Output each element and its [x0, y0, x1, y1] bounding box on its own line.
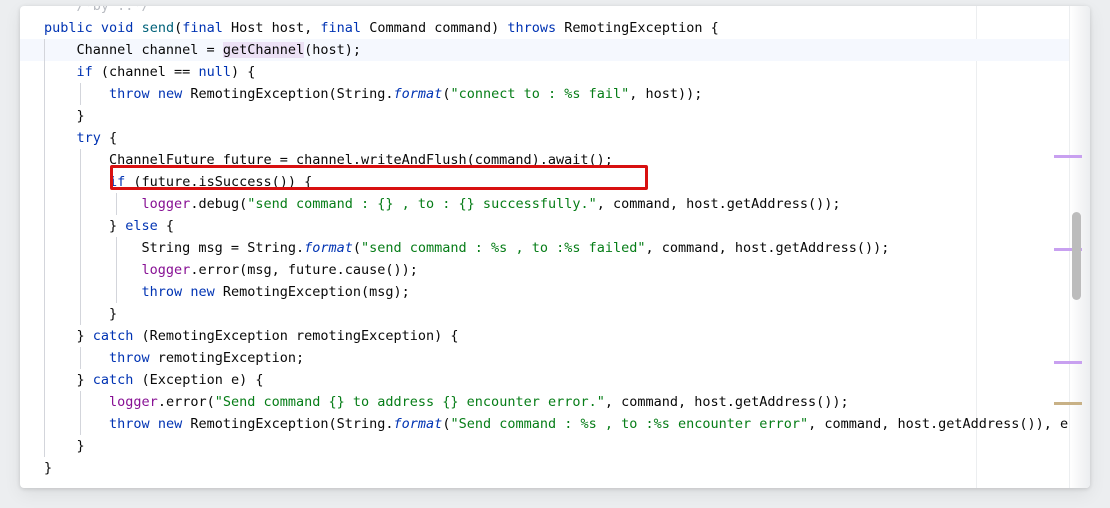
screenshot-root: /*by ..*/ public void send(final Host hos…	[0, 0, 1110, 508]
code-line-text: } catch (RemotingException remotingExcep…	[44, 328, 459, 344]
code-line-text: } catch (Exception e) {	[44, 372, 264, 388]
code-line-text: ChannelFuture future = channel.writeAndF…	[44, 152, 613, 168]
indent-guide	[44, 413, 45, 435]
gutter-change-marker[interactable]	[1054, 402, 1082, 405]
indent-guide	[44, 149, 45, 171]
code-line[interactable]: }	[20, 105, 1090, 127]
indent-guide	[116, 237, 117, 259]
code-line[interactable]: }	[20, 435, 1090, 457]
code-line[interactable]: throw remotingException;	[20, 347, 1090, 369]
indent-guide	[80, 149, 81, 171]
indent-guide	[80, 193, 81, 215]
code-line-text: Channel channel = getChannel(host);	[44, 42, 361, 58]
code-viewport[interactable]: /*by ..*/ public void send(final Host hos…	[20, 6, 1090, 488]
code-line[interactable]: String msg = String.format("send command…	[20, 237, 1090, 259]
code-line[interactable]: public void send(final Host host, final …	[20, 17, 1090, 39]
indent-guide	[44, 193, 45, 215]
code-line-text: public void send(final Host host, final …	[44, 20, 719, 36]
code-line[interactable]: } catch (Exception e) {	[20, 369, 1090, 391]
code-line-text: throw new RemotingException(String.forma…	[109, 416, 1085, 432]
indent-guide	[116, 281, 117, 303]
code-line-text: try {	[76, 130, 118, 146]
indent-guide	[44, 215, 45, 237]
gutter-change-marker[interactable]	[1054, 361, 1082, 364]
code-line-text: String msg = String.format("send command…	[44, 240, 890, 256]
code-line[interactable]: /*by ..*/	[20, 6, 1090, 17]
code-line[interactable]: throw new RemotingException(String.forma…	[20, 83, 1090, 105]
code-line[interactable]: if (channel == null) {	[20, 61, 1090, 83]
indent-guide	[80, 391, 81, 413]
indent-guide	[44, 61, 45, 83]
indent-guide	[44, 39, 45, 61]
code-editor-card: /*by ..*/ public void send(final Host hos…	[20, 6, 1090, 488]
code-line[interactable]: throw new RemotingException(String.forma…	[20, 413, 1090, 435]
code-line[interactable]: logger.error(msg, future.cause());	[20, 259, 1090, 281]
indent-guide	[44, 325, 45, 347]
code-line-text: }	[44, 460, 53, 476]
code-line-text: }	[44, 438, 85, 454]
code-line[interactable]: try {	[20, 127, 1090, 149]
code-line-text: throw new RemotingException(String.forma…	[109, 86, 703, 102]
code-line[interactable]: }	[20, 303, 1090, 325]
indent-guide	[80, 237, 81, 259]
code-line[interactable]: if (future.isSuccess()) {	[20, 171, 1090, 193]
indent-guide	[44, 391, 45, 413]
indent-guide	[80, 171, 81, 193]
indent-guide	[80, 281, 81, 303]
code-line[interactable]: } catch (RemotingException remotingExcep…	[20, 325, 1090, 347]
code-line-text: }	[44, 108, 85, 124]
indent-guide	[116, 193, 117, 215]
indent-guide	[80, 215, 81, 237]
indent-guide	[44, 259, 45, 281]
code-line-text: throw new RemotingException(msg);	[141, 284, 410, 300]
indent-guide	[44, 303, 45, 325]
code-line-text: logger.debug("send command : {} , to : {…	[141, 196, 841, 212]
code-line[interactable]: } else {	[20, 215, 1090, 237]
indent-guide	[80, 413, 81, 435]
code-line-text: throw remotingException;	[109, 350, 305, 366]
vertical-scrollbar-thumb[interactable]	[1072, 212, 1081, 300]
indent-guide	[44, 105, 45, 127]
code-line-text: if (channel == null) {	[76, 64, 256, 80]
code-line[interactable]: }	[20, 457, 1090, 479]
code-line[interactable]: ChannelFuture future = channel.writeAndF…	[20, 149, 1090, 171]
editor-right-gutter[interactable]	[1054, 6, 1090, 488]
gutter-change-marker[interactable]	[1054, 155, 1082, 158]
indent-guide	[80, 83, 81, 105]
indent-guide	[80, 259, 81, 281]
code-line[interactable]: throw new RemotingException(msg);	[20, 281, 1090, 303]
code-line-text: /*by ..*/	[44, 6, 150, 14]
code-line-text: if (future.isSuccess()) {	[109, 174, 313, 190]
indent-guide	[44, 369, 45, 391]
indent-guide	[116, 259, 117, 281]
code-line[interactable]: Channel channel = getChannel(host);	[20, 39, 1090, 61]
indent-guide	[80, 303, 81, 325]
indent-guide	[80, 347, 81, 369]
code-line[interactable]: logger.error("Send command {} to address…	[20, 391, 1090, 413]
indent-guide	[44, 281, 45, 303]
code-line-text: logger.error("Send command {} to address…	[109, 394, 849, 410]
indent-guide	[44, 237, 45, 259]
indent-guide	[44, 83, 45, 105]
indent-guide	[44, 127, 45, 149]
indent-guide	[44, 435, 45, 457]
indent-guide	[44, 347, 45, 369]
code-line-text: logger.error(msg, future.cause());	[141, 262, 418, 278]
code-line-text: } else {	[44, 218, 175, 234]
indent-guide	[44, 171, 45, 193]
code-line-list: /*by ..*/ public void send(final Host hos…	[20, 6, 1090, 479]
code-line[interactable]: logger.debug("send command : {} , to : {…	[20, 193, 1090, 215]
